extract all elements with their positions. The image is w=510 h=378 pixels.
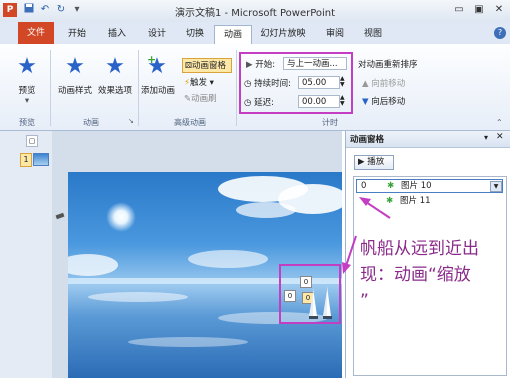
annotation-line: ” (360, 291, 369, 311)
annotation-line: 帆船从远到近出 (360, 239, 479, 259)
annotation-line: 现：动画“缩放 (360, 265, 471, 285)
annotation-text: 帆船从远到近出 现：动画“缩放 ” (360, 236, 508, 314)
annotation-arrow (342, 197, 391, 274)
